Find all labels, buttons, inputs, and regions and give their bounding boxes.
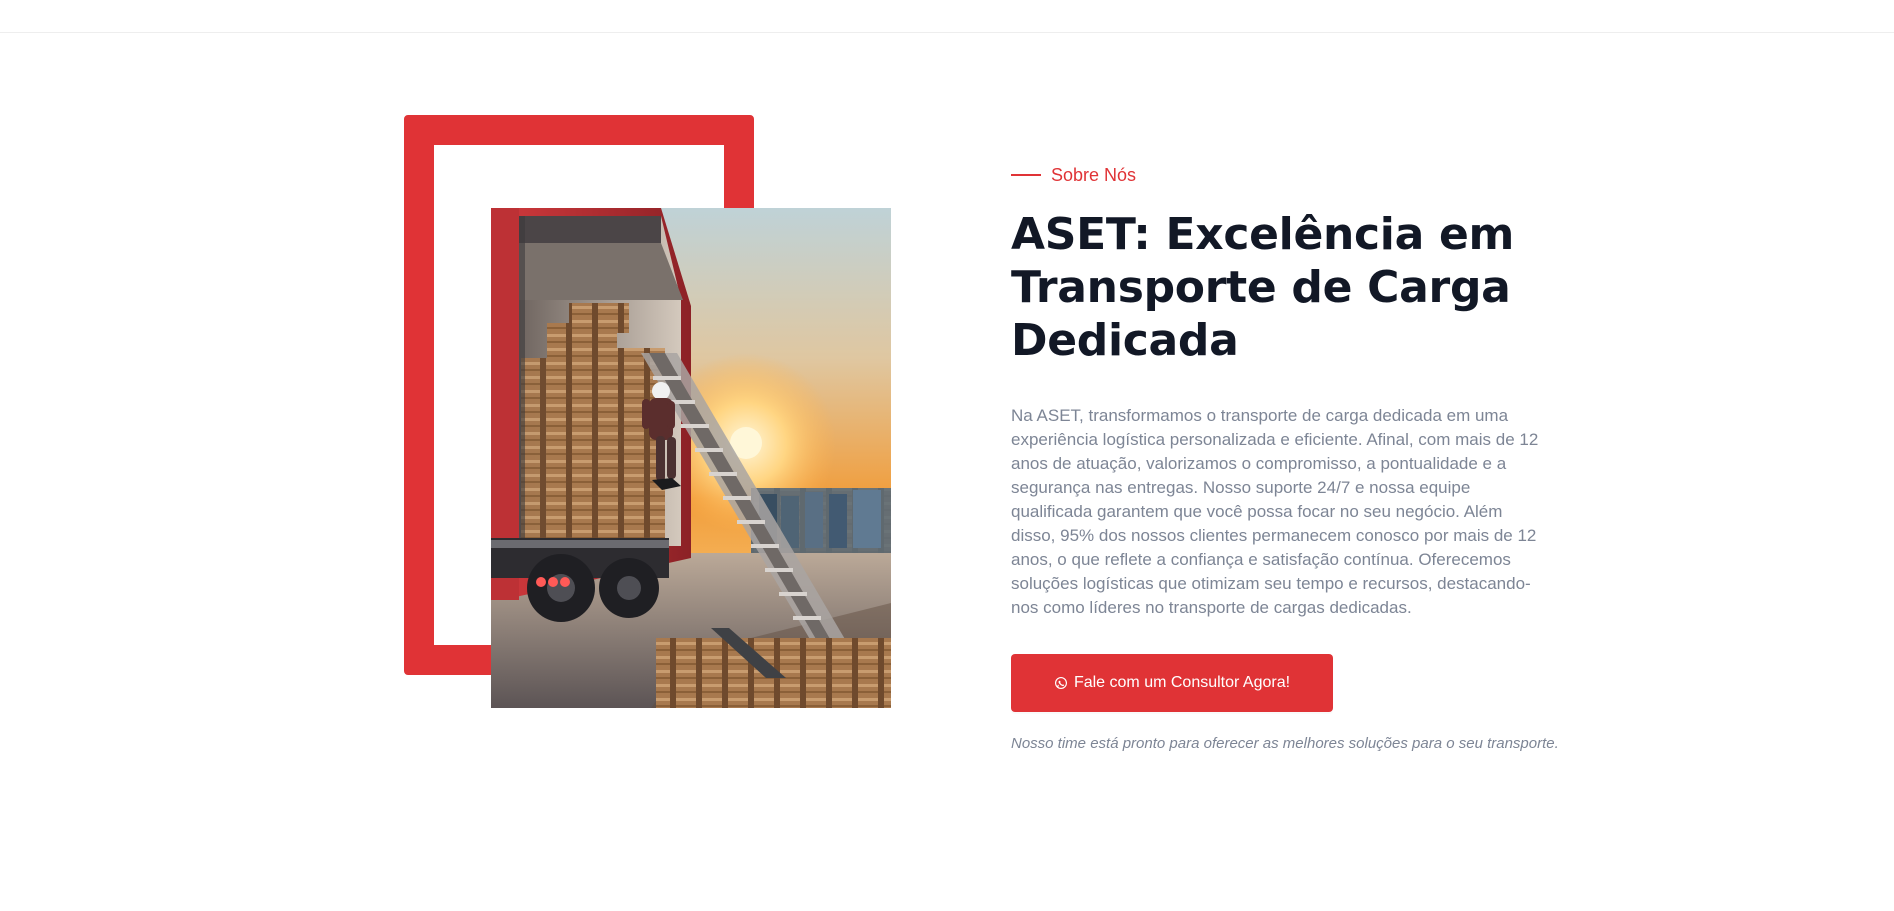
eyebrow-line	[1011, 174, 1041, 176]
page-title: ASET: Excelência em Transporte de Carga …	[1011, 209, 1515, 366]
eyebrow-label: Sobre Nós	[1051, 165, 1137, 185]
consultant-cta-label: Fale com um Consultor Agora!	[1073, 674, 1291, 691]
top-divider	[0, 32, 1894, 33]
support-note: Nosso time está pronto para oferecer as …	[1011, 735, 1559, 752]
section-eyebrow: Sobre Nós	[1011, 160, 1559, 190]
about-description: Na ASET, transformamos o transporte de c…	[1011, 406, 1539, 617]
truck-loading-photo	[491, 208, 891, 708]
consultant-cta-button[interactable]: Fale com um Consultor Agora!	[1011, 654, 1333, 712]
about-content: Sobre Nós ASET: Excelência em Transporte…	[1011, 160, 1559, 754]
whatsapp-icon	[1054, 676, 1068, 690]
